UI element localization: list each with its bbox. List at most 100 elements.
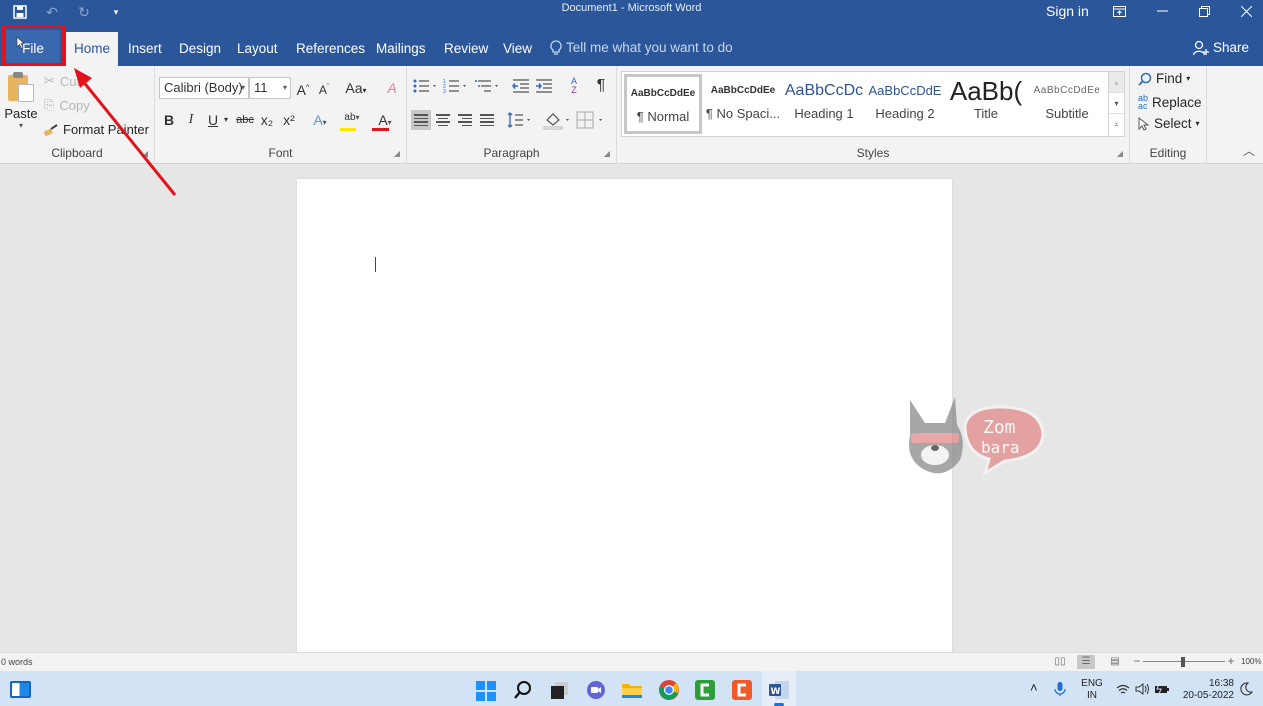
select-button[interactable]: Select ▾ — [1138, 116, 1200, 131]
style-subtitle[interactable]: AaBbCcDdEe Subtitle — [1027, 74, 1107, 134]
align-center-button[interactable] — [433, 110, 453, 130]
copy-button[interactable]: ⎘ Copy — [44, 97, 90, 113]
zoom-level[interactable]: 100% — [1241, 657, 1261, 666]
grow-font-button[interactable]: A^ — [294, 77, 312, 99]
underline-button[interactable]: U — [206, 109, 220, 131]
shading-icon[interactable] — [543, 110, 573, 130]
wifi-icon[interactable] — [1116, 684, 1130, 695]
chevron-down-icon: ▾ — [387, 118, 392, 127]
zoom-slider-thumb[interactable] — [1181, 657, 1185, 667]
chrome-icon[interactable] — [658, 679, 680, 701]
sign-in-link[interactable]: Sign in — [1046, 3, 1089, 19]
numbering-icon[interactable]: 123 — [443, 78, 469, 94]
web-layout-button[interactable]: ▤ — [1106, 655, 1124, 669]
multilevel-list-icon[interactable] — [475, 78, 501, 94]
show-hidden-icons-button[interactable]: ˄ — [1030, 680, 1038, 695]
tab-layout[interactable]: Layout — [231, 30, 284, 66]
borders-icon[interactable] — [576, 111, 606, 129]
underline-dropdown[interactable]: ▾ — [222, 109, 230, 131]
zombara-watermark: Zom bara — [905, 395, 1050, 485]
superscript-button[interactable]: x² — [281, 109, 297, 131]
increase-indent-icon[interactable] — [535, 78, 553, 94]
tab-design[interactable]: Design — [173, 30, 227, 66]
language-indicator[interactable]: ENG IN — [1078, 678, 1106, 702]
style-heading-1[interactable]: AaBbCcDc Heading 1 — [784, 74, 864, 134]
gallery-more-button[interactable]: ⩡ — [1109, 114, 1124, 135]
collapse-ribbon-button[interactable]: ︿ — [1243, 142, 1255, 159]
italic-button[interactable]: I — [184, 109, 198, 131]
highlight-button[interactable]: ab▾ — [338, 107, 366, 129]
gallery-scroll-down-button[interactable]: ▾ — [1109, 93, 1124, 114]
minimize-button[interactable] — [1142, 0, 1182, 22]
clear-formatting-button[interactable]: A — [383, 77, 401, 99]
clipboard-launcher-icon[interactable]: ◢ — [142, 149, 148, 158]
task-view-widget-icon[interactable] — [10, 681, 31, 698]
tab-home[interactable]: Home — [66, 32, 118, 66]
justify-button[interactable] — [477, 110, 497, 130]
volume-icon[interactable] — [1135, 683, 1151, 695]
tab-view[interactable]: View — [497, 30, 538, 66]
ribbon-display-options-button[interactable] — [1099, 0, 1139, 22]
language-line-1: ENG — [1081, 678, 1103, 689]
svg-text:3: 3 — [443, 89, 446, 94]
word-app-icon[interactable]: W — [768, 679, 790, 701]
read-mode-button[interactable]: ▯▯ — [1051, 655, 1069, 669]
tab-references[interactable]: References — [290, 30, 371, 66]
sort-button[interactable]: AZ — [565, 75, 583, 97]
search-icon[interactable] — [512, 679, 534, 701]
print-layout-button[interactable]: ☰ — [1077, 655, 1095, 669]
style-normal[interactable]: AaBbCcDdEe ¶ Normal — [624, 74, 702, 134]
style-no-spacing[interactable]: AaBbCcDdEe ¶ No Spaci... — [703, 74, 783, 134]
share-button[interactable]: Share — [1192, 30, 1249, 66]
replace-button[interactable]: ab ac Replace — [1138, 94, 1202, 111]
font-launcher-icon[interactable]: ◢ — [394, 149, 400, 158]
zoom-out-button[interactable]: − — [1128, 655, 1146, 669]
tab-insert[interactable]: Insert — [122, 30, 168, 66]
tab-review[interactable]: Review — [438, 30, 494, 66]
copy-label: Copy — [59, 97, 90, 113]
restore-button[interactable] — [1184, 0, 1224, 22]
strikethrough-button[interactable]: abc — [235, 109, 255, 131]
align-left-button[interactable] — [411, 110, 431, 130]
camtasia-orange-icon[interactable] — [731, 679, 753, 701]
tab-mailings[interactable]: Mailings — [370, 30, 432, 66]
style-heading-2[interactable]: AaBbCcDdE Heading 2 — [865, 74, 945, 134]
document-page[interactable] — [297, 179, 952, 659]
style-title[interactable]: AaBb( Title — [946, 74, 1026, 134]
styles-launcher-icon[interactable]: ◢ — [1117, 149, 1123, 158]
format-painter-button[interactable]: Format Painter — [44, 122, 149, 137]
find-button[interactable]: Find ▾ — [1138, 71, 1190, 86]
focus-assist-moon-icon[interactable] — [1240, 682, 1253, 696]
close-button[interactable] — [1226, 0, 1263, 22]
align-right-button[interactable] — [455, 110, 475, 130]
font-size-combo[interactable]: 11 ▾ — [249, 77, 291, 99]
decrease-indent-icon[interactable] — [512, 78, 530, 94]
zoom-in-button[interactable]: + — [1222, 655, 1240, 669]
paragraph-launcher-icon[interactable]: ◢ — [604, 149, 610, 158]
pilcrow-icon: ¶ — [596, 77, 606, 94]
bullets-icon[interactable] — [413, 78, 439, 94]
text-effects-button[interactable]: A▾ — [308, 109, 332, 131]
microphone-icon[interactable] — [1054, 681, 1066, 697]
gallery-scroll-up-button[interactable]: ▴ — [1109, 72, 1124, 93]
subscript-button[interactable]: x₂ — [259, 109, 275, 131]
word-count[interactable]: 0 words — [1, 657, 33, 667]
tell-me-search[interactable]: Tell me what you want to do — [550, 30, 733, 66]
battery-icon[interactable] — [1154, 683, 1170, 695]
task-view-icon[interactable] — [549, 679, 571, 701]
clock[interactable]: 16:38 20-05-2022 — [1180, 678, 1234, 702]
shrink-font-button[interactable]: Aˇ — [315, 77, 333, 99]
show-formatting-marks-button[interactable]: ¶ — [593, 75, 609, 97]
cut-button[interactable]: ✂ Cut — [44, 73, 80, 89]
bold-button[interactable]: B — [162, 109, 176, 131]
tab-file[interactable]: File — [6, 30, 60, 66]
teams-chat-icon[interactable] — [585, 679, 607, 701]
windows-start-icon[interactable] — [476, 681, 496, 701]
font-name-combo[interactable]: Calibri (Body) ▾ — [159, 77, 249, 99]
line-spacing-icon[interactable] — [507, 112, 533, 128]
change-case-button[interactable]: Aa▾ — [341, 77, 371, 99]
watermark-text-2: bara — [981, 438, 1020, 457]
paste-button[interactable]: Paste ▾ — [4, 72, 38, 130]
camtasia-green-icon[interactable] — [694, 679, 716, 701]
file-explorer-icon[interactable] — [621, 679, 643, 701]
